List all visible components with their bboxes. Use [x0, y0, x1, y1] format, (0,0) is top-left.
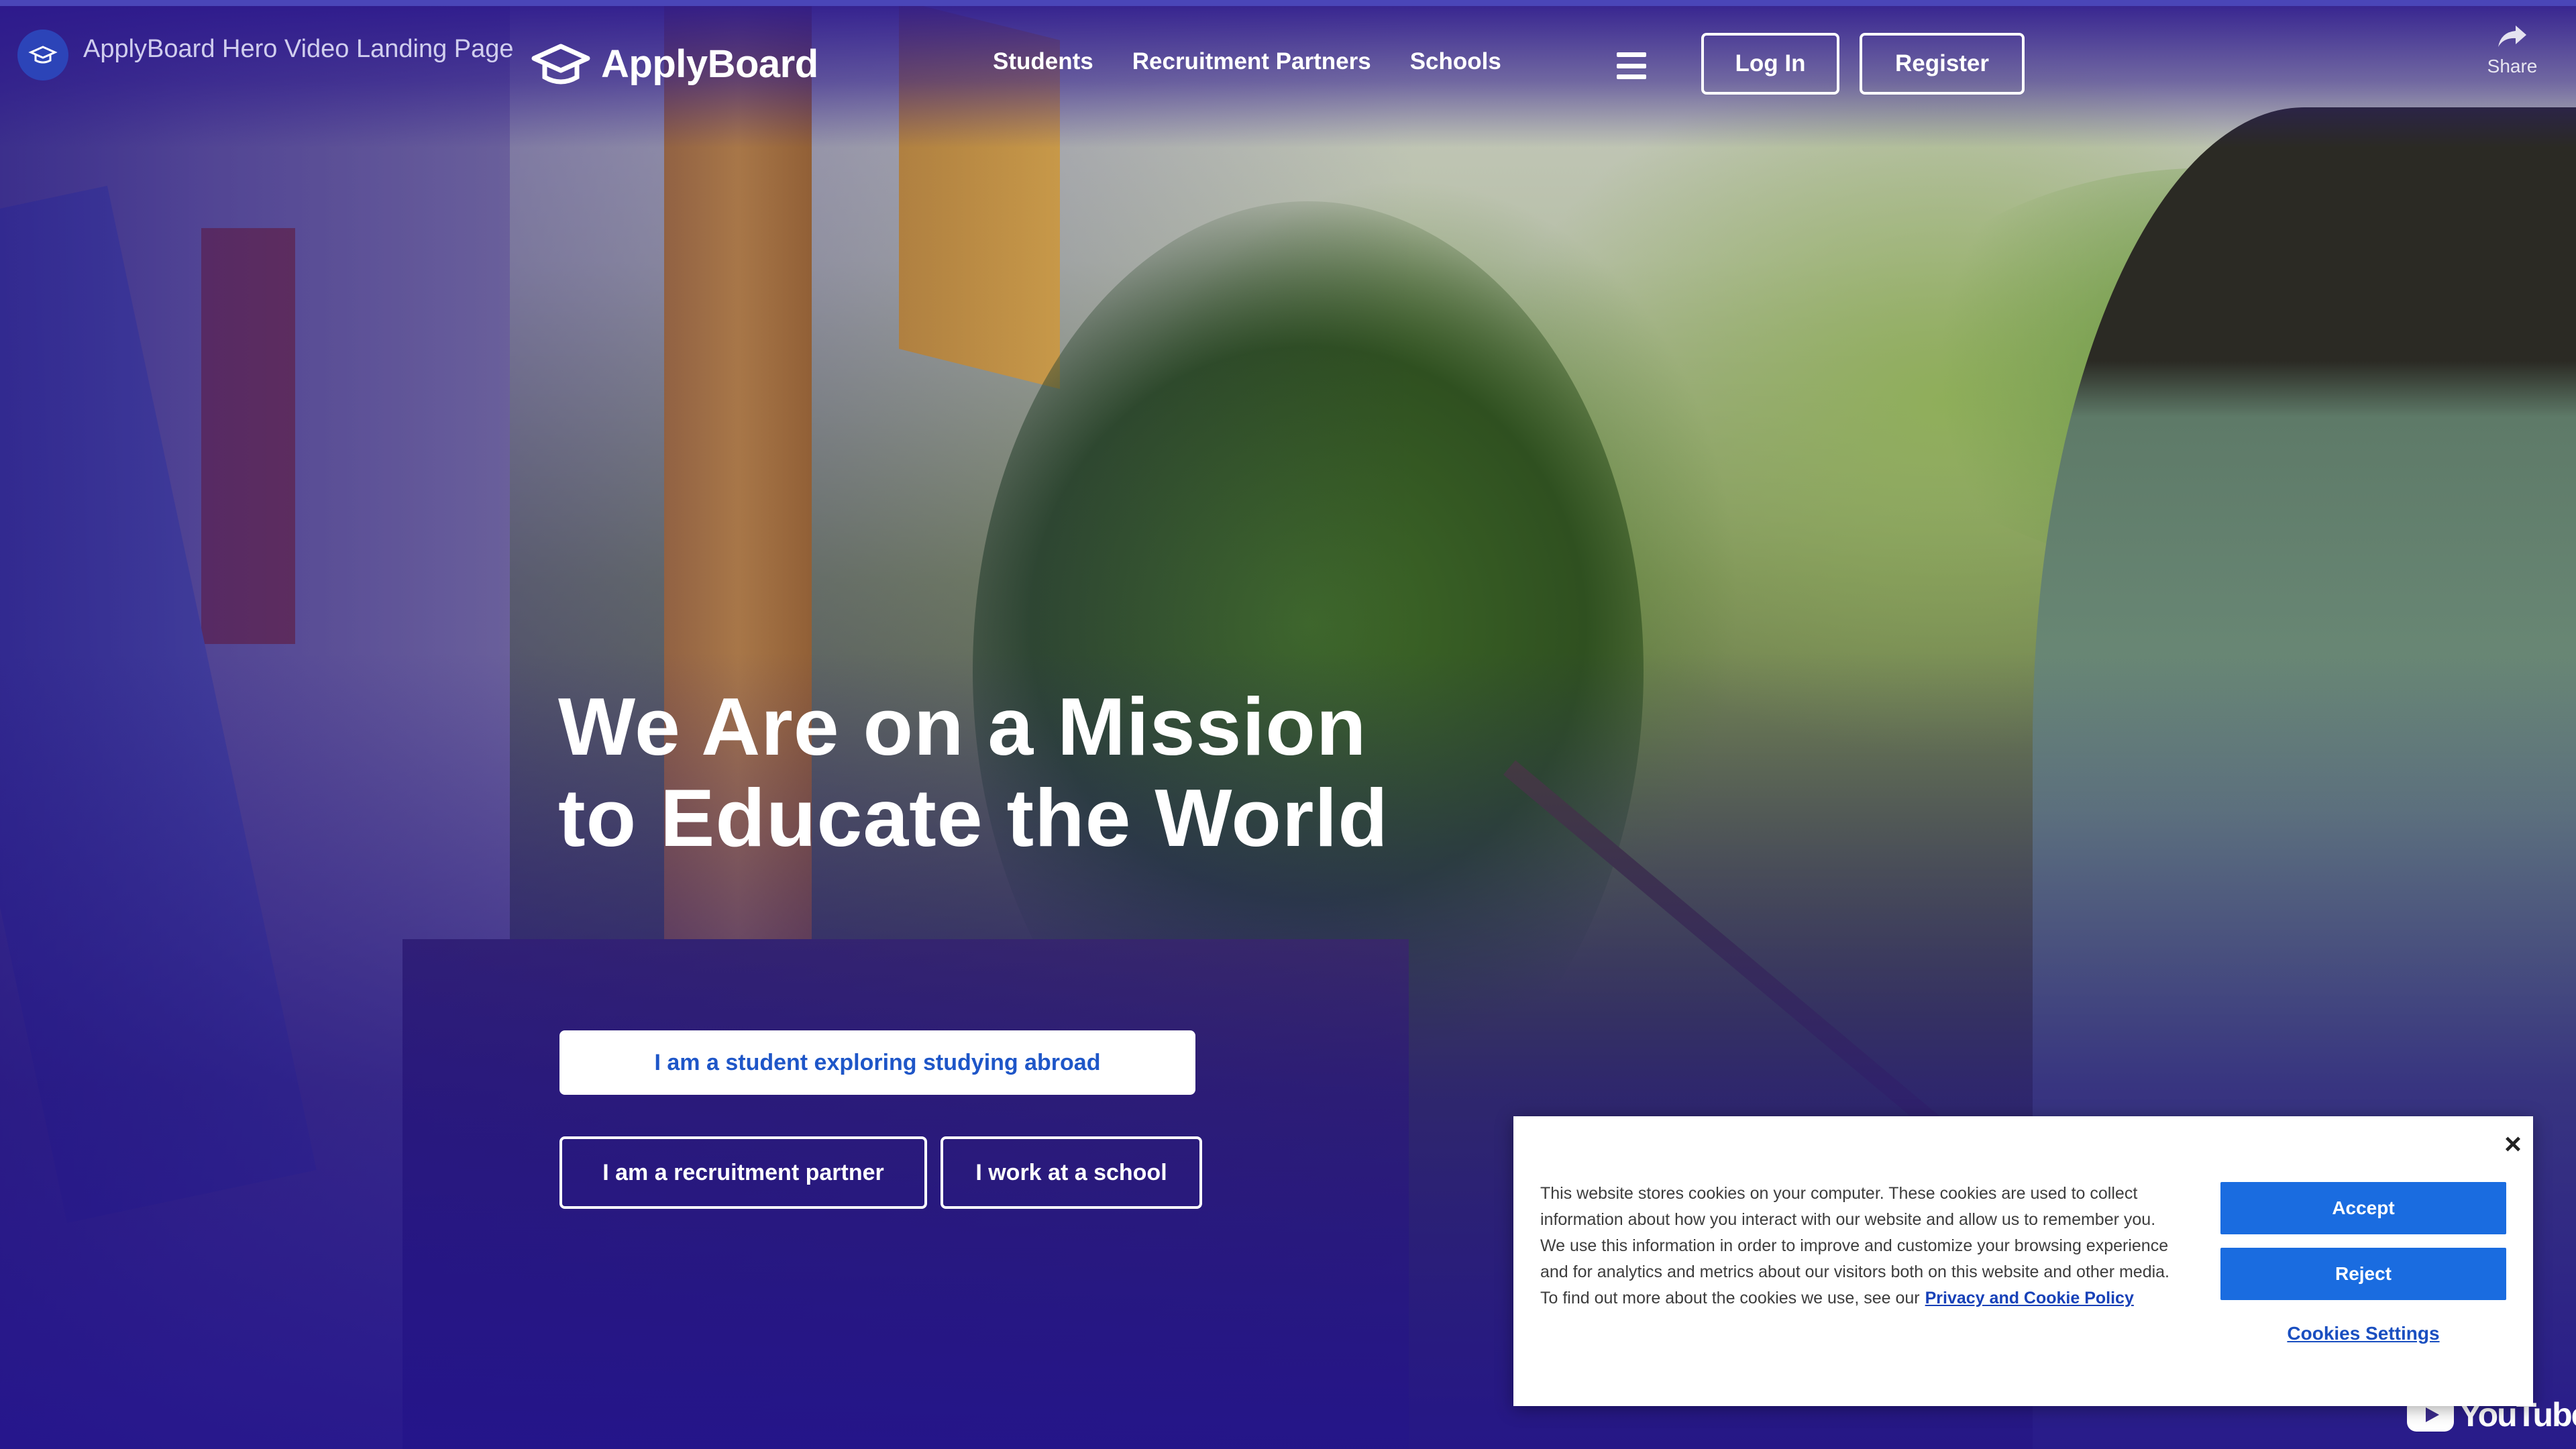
nav-link-students[interactable]: Students	[993, 48, 1093, 75]
cookie-message: This website stores cookies on your comp…	[1540, 1181, 2171, 1311]
hamburger-menu-icon[interactable]	[1617, 52, 1646, 79]
brand-name: ApplyBoard	[601, 42, 818, 86]
video-title[interactable]: ApplyBoard Hero Video Landing Page	[83, 35, 514, 64]
register-button[interactable]: Register	[1860, 33, 2025, 95]
nav-link-schools[interactable]: Schools	[1410, 48, 1501, 75]
student-cta-button[interactable]: I am a student exploring studying abroad	[559, 1030, 1195, 1095]
channel-avatar[interactable]	[17, 30, 68, 80]
share-label: Share	[2487, 56, 2538, 76]
school-cta-button[interactable]: I work at a school	[941, 1136, 1202, 1209]
login-button[interactable]: Log In	[1701, 33, 1839, 95]
cookie-settings-link[interactable]: Cookies Settings	[2220, 1323, 2506, 1344]
privacy-policy-link[interactable]: Privacy and Cookie Policy	[1925, 1289, 2134, 1307]
nav-link-recruitment-partners[interactable]: Recruitment Partners	[1132, 48, 1371, 75]
menu-bar	[1617, 52, 1646, 57]
hero-headline: We Are on a Mission to Educate the World	[558, 681, 1389, 863]
recruitment-partner-cta-button[interactable]: I am a recruitment partner	[559, 1136, 927, 1209]
reject-cookies-button[interactable]: Reject	[2220, 1248, 2506, 1300]
main-nav: Students Recruitment Partners Schools	[993, 48, 1501, 75]
brand-logo[interactable]: ApplyBoard	[530, 42, 818, 87]
cookie-banner: × This website stores cookies on your co…	[1513, 1116, 2533, 1406]
share-arrow-icon	[2498, 25, 2526, 47]
share-button[interactable]: Share	[2475, 23, 2549, 77]
menu-bar	[1617, 74, 1646, 79]
top-accent-line	[0, 0, 2576, 6]
close-icon[interactable]: ×	[2500, 1130, 2526, 1159]
applyboard-cap-icon	[531, 44, 590, 84]
accept-cookies-button[interactable]: Accept	[2220, 1182, 2506, 1234]
graduation-cap-icon	[28, 46, 58, 64]
menu-bar	[1617, 63, 1646, 68]
